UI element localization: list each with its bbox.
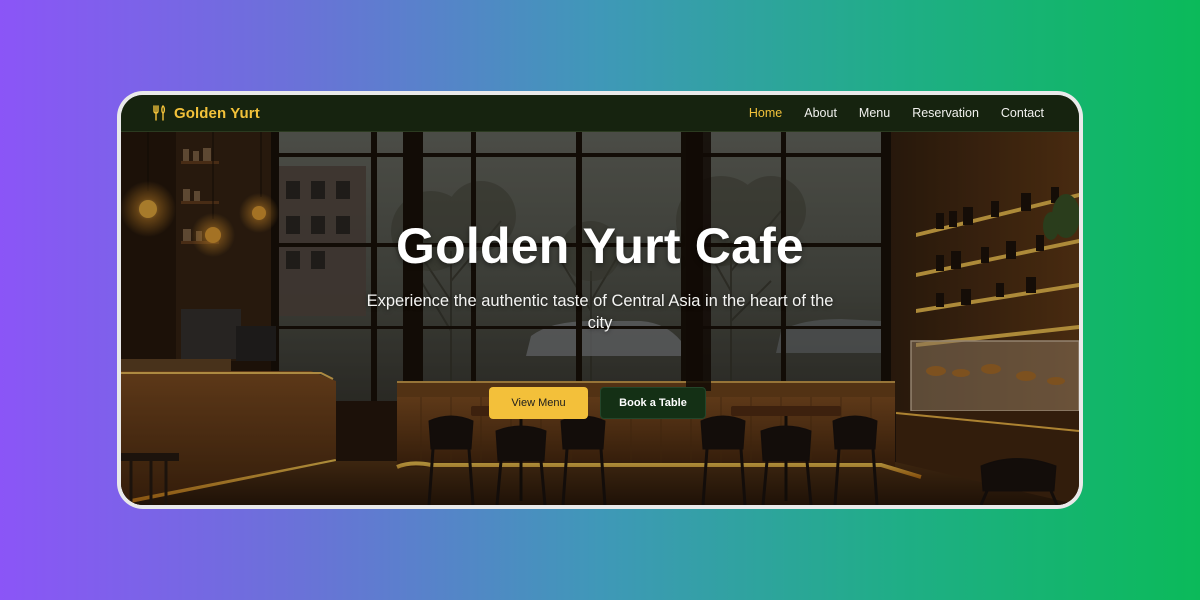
navbar: Golden Yurt Home About Menu Reservation … — [121, 95, 1079, 132]
nav-link-about[interactable]: About — [804, 106, 837, 120]
view-menu-button[interactable]: View Menu — [489, 387, 588, 419]
hero-title: Golden Yurt Cafe — [396, 218, 804, 274]
nav-link-home[interactable]: Home — [749, 106, 782, 120]
nav-link-contact[interactable]: Contact — [1001, 106, 1044, 120]
website-screen: Golden Yurt Home About Menu Reservation … — [121, 95, 1079, 505]
fork-knife-icon — [152, 105, 168, 121]
nav-link-reservation[interactable]: Reservation — [912, 106, 979, 120]
brand-logo[interactable]: Golden Yurt — [152, 105, 260, 122]
book-table-button[interactable]: Book a Table — [600, 387, 706, 419]
hero-subtitle: Experience the authentic taste of Centra… — [366, 292, 834, 332]
nav-links: Home About Menu Reservation Contact — [749, 106, 1044, 120]
nav-link-menu[interactable]: Menu — [859, 106, 890, 120]
hero-section: Golden Yurt Cafe Experience the authenti… — [121, 131, 1079, 505]
brand-name: Golden Yurt — [174, 104, 260, 122]
